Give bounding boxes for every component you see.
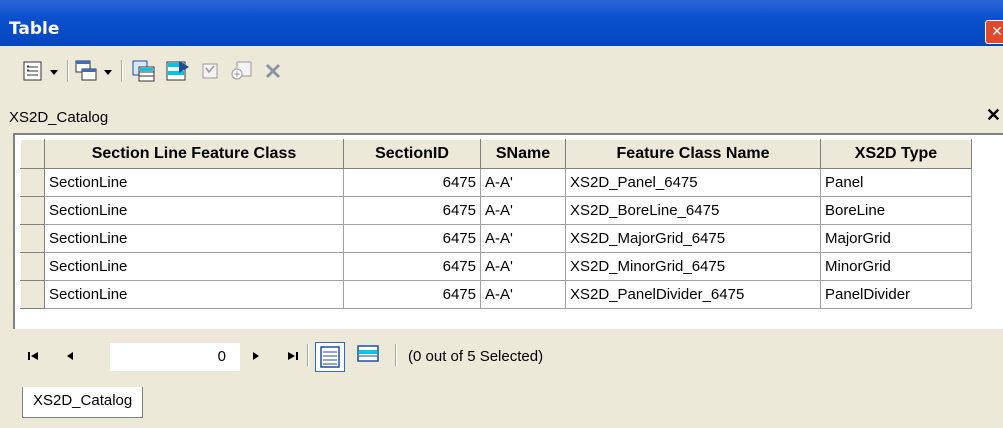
cell[interactable]: SectionLine	[44, 224, 344, 253]
tab-xs2d-catalog[interactable]: XS2D_Catalog	[22, 387, 144, 418]
table-header-bar: XS2D_Catalog ✕	[0, 102, 1003, 132]
cell[interactable]: A-A'	[480, 196, 566, 225]
show-selected-records-icon	[357, 345, 379, 362]
table-row[interactable]: SectionLine 6475 A-A' XS2D_BoreLine_6475…	[20, 196, 972, 225]
table-row[interactable]: SectionLine 6475 A-A' XS2D_PanelDivider_…	[20, 280, 972, 309]
toolbar-separator	[121, 60, 123, 82]
attribute-table: Section Line Feature Class SectionID SNa…	[20, 139, 972, 309]
current-record-value: 0	[217, 348, 226, 365]
zoom-to-selected-button[interactable]	[227, 58, 255, 84]
cell[interactable]: A-A'	[480, 252, 566, 281]
row-selector-header[interactable]	[20, 139, 45, 169]
delete-selected-button[interactable]	[260, 58, 286, 84]
cell[interactable]: A-A'	[480, 224, 566, 253]
select-by-attributes-icon	[132, 60, 155, 82]
attribute-table-grid: Section Line Feature Class SectionID SNa…	[13, 133, 1003, 329]
cell[interactable]: XS2D_MinorGrid_6475	[565, 252, 821, 281]
switch-selection-button[interactable]	[164, 58, 192, 84]
cell[interactable]: 6475	[343, 168, 481, 197]
cell[interactable]: MajorGrid	[820, 224, 972, 253]
previous-record-icon[interactable]	[65, 349, 75, 365]
cell[interactable]: SectionLine	[44, 280, 344, 309]
clear-selection-button[interactable]	[197, 58, 223, 84]
cell[interactable]: A-A'	[480, 280, 566, 309]
table-row[interactable]: SectionLine 6475 A-A' XS2D_MinorGrid_647…	[20, 252, 972, 281]
cell[interactable]: Panel	[820, 168, 972, 197]
row-selector[interactable]	[20, 224, 45, 253]
show-all-records-button[interactable]	[315, 342, 345, 372]
nav-separator	[395, 344, 397, 366]
related-tables-icon	[75, 60, 112, 81]
cell[interactable]: SectionLine	[44, 252, 344, 281]
show-selected-records-button[interactable]	[353, 342, 383, 372]
table-toolbar	[0, 48, 1003, 102]
cell[interactable]: XS2D_BoreLine_6475	[565, 196, 821, 225]
column-header[interactable]: XS2D Type	[820, 139, 972, 169]
row-selector[interactable]	[20, 252, 45, 281]
selection-status: (0 out of 5 Selected)	[408, 348, 544, 365]
cell[interactable]: SectionLine	[44, 168, 344, 197]
record-navigation-bar: 0 (0 out of 5 Selected)	[13, 331, 1003, 381]
zoom-to-selected-icon	[231, 61, 252, 80]
toolbar-separator	[67, 60, 69, 82]
nav-separator	[307, 344, 309, 366]
delete-selected-icon	[265, 63, 281, 79]
column-header[interactable]: Feature Class Name	[565, 139, 821, 169]
column-header[interactable]: SectionID	[343, 139, 481, 169]
cell[interactable]: A-A'	[480, 168, 566, 197]
cell[interactable]: XS2D_PanelDivider_6475	[565, 280, 821, 309]
table-name-label: XS2D_Catalog	[9, 109, 109, 126]
current-record-field[interactable]: 0	[110, 343, 240, 371]
window-title: Table	[9, 19, 60, 39]
cell[interactable]: PanelDivider	[820, 280, 972, 309]
table-options-icon	[23, 61, 58, 81]
column-header[interactable]: SName	[480, 139, 566, 169]
next-record-icon[interactable]	[251, 349, 261, 365]
table-row[interactable]: SectionLine 6475 A-A' XS2D_MajorGrid_647…	[20, 224, 972, 253]
cell[interactable]: 6475	[343, 196, 481, 225]
table-options-button[interactable]	[22, 58, 62, 84]
cell[interactable]: XS2D_MajorGrid_6475	[565, 224, 821, 253]
clear-selection-icon	[202, 63, 218, 79]
last-record-icon[interactable]	[285, 349, 299, 365]
close-window-button[interactable]: ✕	[985, 20, 1003, 44]
first-record-icon[interactable]	[27, 349, 41, 365]
cell[interactable]: 6475	[343, 280, 481, 309]
column-header[interactable]: Section Line Feature Class	[44, 139, 344, 169]
select-by-attributes-button[interactable]	[130, 58, 158, 84]
title-bar: Table ✕	[0, 0, 1003, 46]
row-selector[interactable]	[20, 168, 45, 197]
cell[interactable]: 6475	[343, 252, 481, 281]
close-table-button[interactable]: ✕	[986, 105, 1001, 126]
cell[interactable]: SectionLine	[44, 196, 344, 225]
table-row[interactable]: SectionLine 6475 A-A' XS2D_Panel_6475 Pa…	[20, 168, 972, 197]
header-row: Section Line Feature Class SectionID SNa…	[20, 139, 972, 169]
row-selector[interactable]	[20, 196, 45, 225]
cell[interactable]: 6475	[343, 224, 481, 253]
related-tables-button[interactable]	[73, 58, 115, 84]
switch-selection-icon	[166, 61, 189, 81]
cell[interactable]: BoreLine	[820, 196, 972, 225]
cell[interactable]: MinorGrid	[820, 252, 972, 281]
row-selector[interactable]	[20, 280, 45, 309]
cell[interactable]: XS2D_Panel_6475	[565, 168, 821, 197]
show-all-records-icon	[315, 342, 345, 372]
